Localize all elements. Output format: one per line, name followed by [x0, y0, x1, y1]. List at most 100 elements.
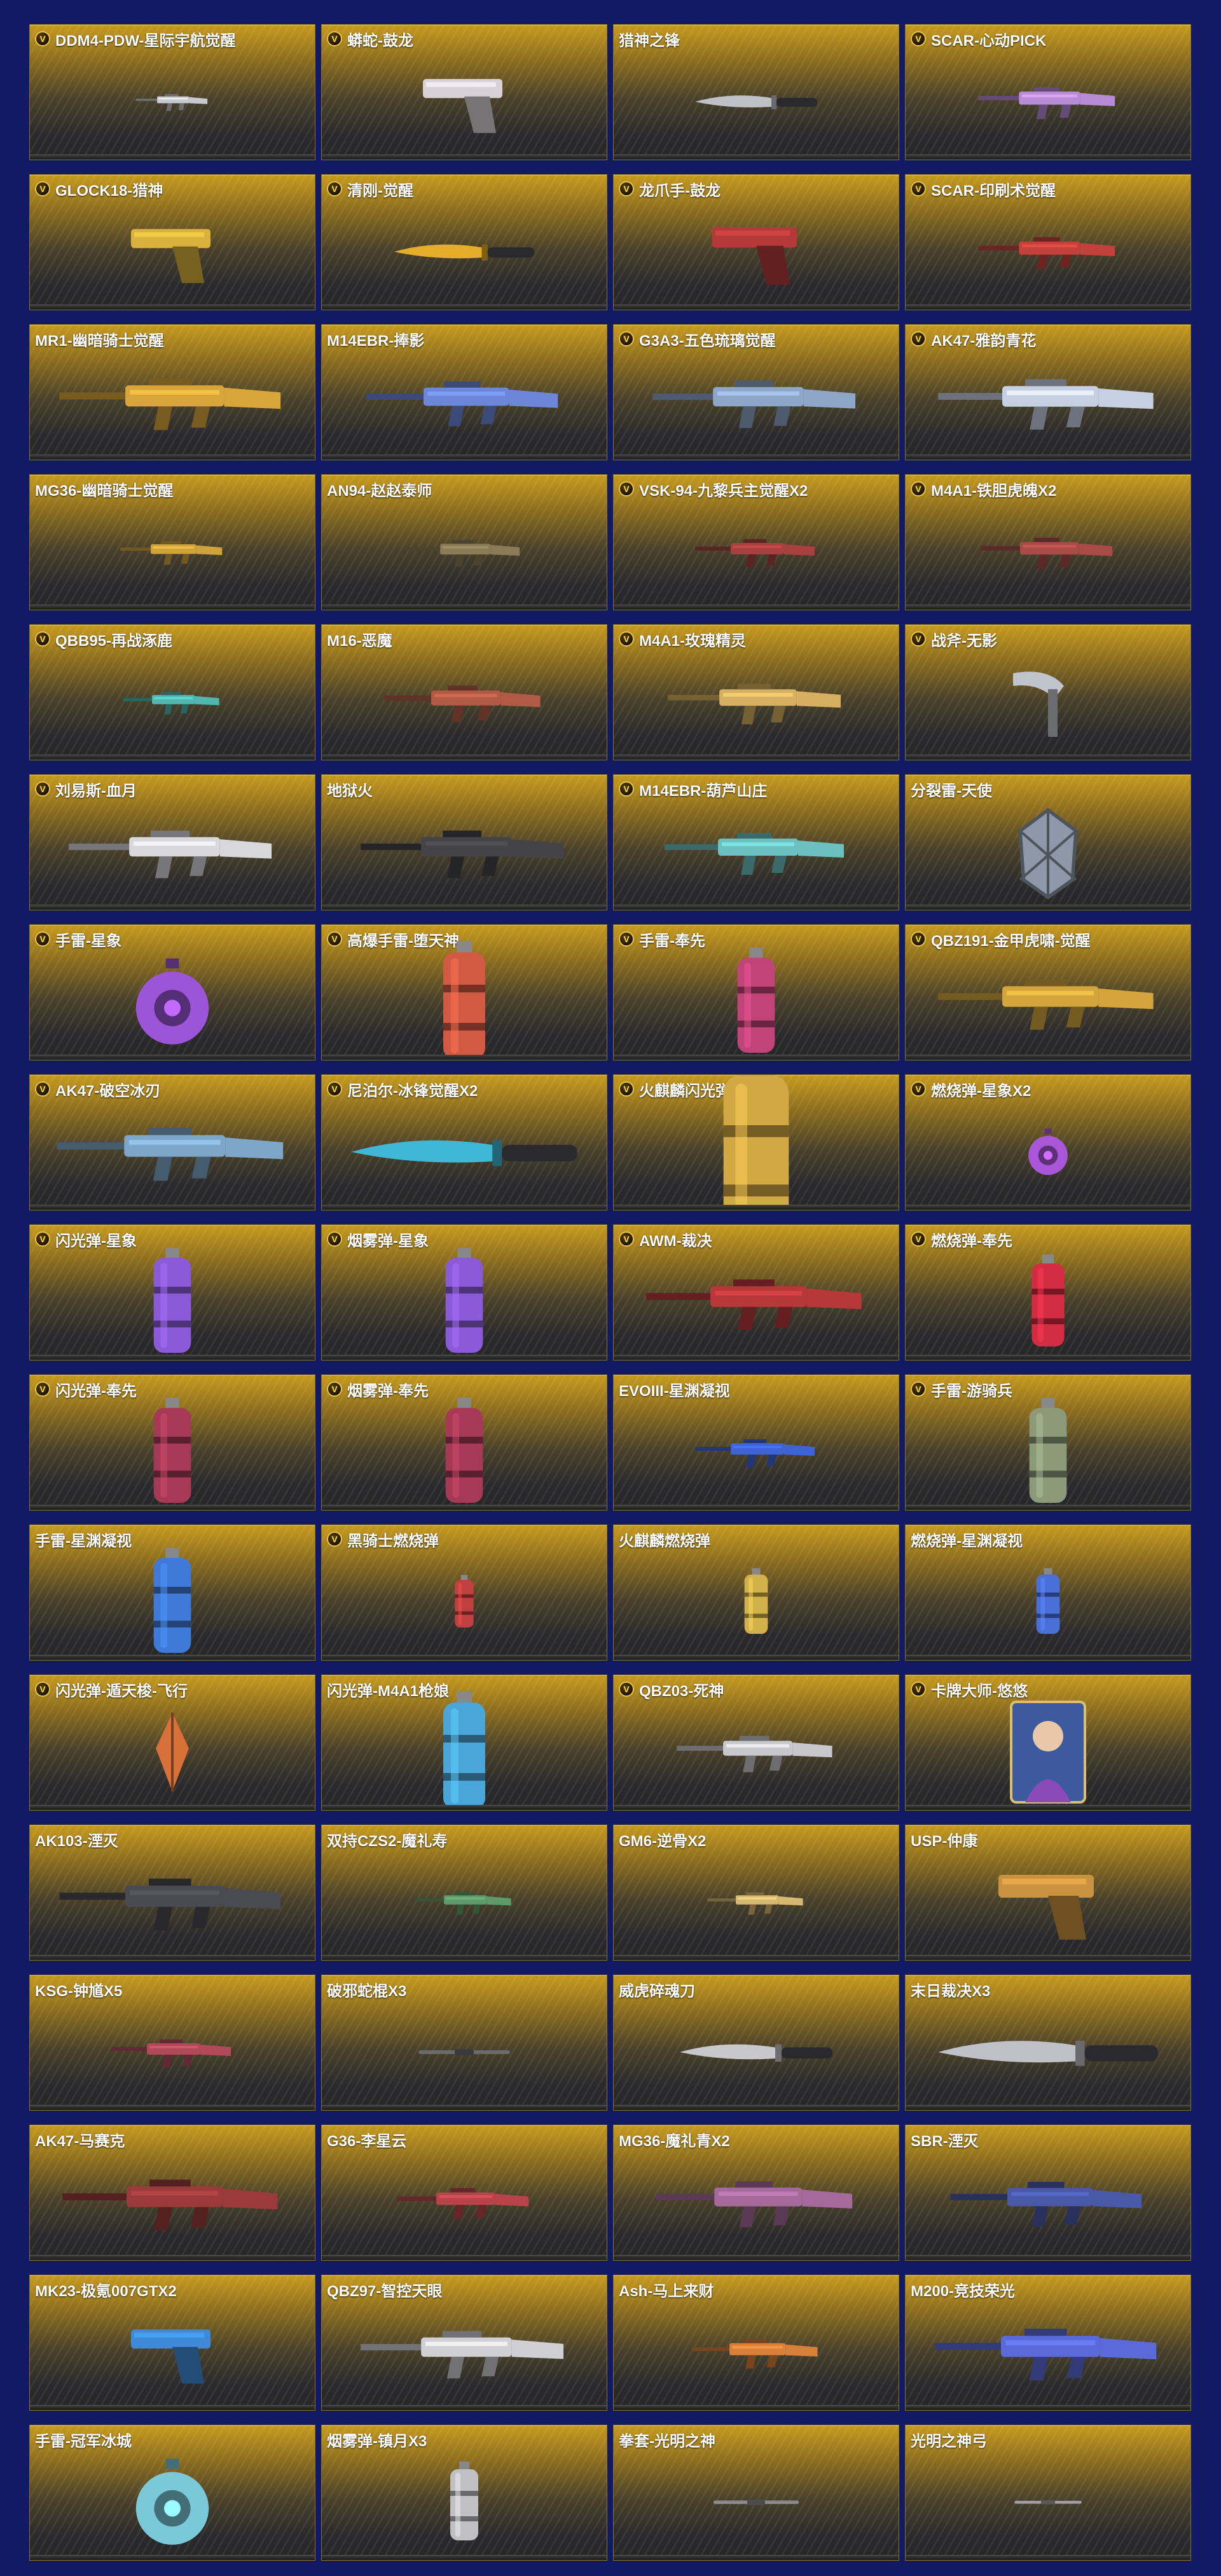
skin-card-6[interactable]: V 清刚-觉醒 — [321, 174, 607, 310]
skin-card-45[interactable]: V 闪光弹-遁天梭-飞行 — [29, 1675, 315, 1811]
gun-skin-icon — [385, 685, 541, 722]
skin-thumbnail — [322, 1851, 607, 1954]
skin-thumbnail — [906, 950, 1190, 1053]
skin-card-54[interactable]: 破邪蛇棍X3 — [321, 1975, 607, 2111]
skin-card-23[interactable]: V M14EBR-葫芦山庄 — [613, 774, 899, 910]
skin-card-53[interactable]: KSG-钟馗X5 — [29, 1975, 315, 2111]
skin-name: 清刚-觉醒 — [347, 182, 413, 200]
skin-card-60[interactable]: SBR-湮灭 — [905, 2125, 1191, 2261]
skin-card-48[interactable]: V 卡牌大师-悠悠 — [905, 1675, 1191, 1811]
skin-card-33[interactable]: V 闪光弹-星象 — [29, 1224, 315, 1360]
skin-card-4[interactable]: V SCAR-心动PICK — [905, 24, 1191, 160]
skin-thumbnail — [906, 50, 1190, 153]
skin-card-35[interactable]: V AWM-裁决 — [613, 1224, 899, 1360]
skin-thumbnail — [30, 1701, 315, 1804]
skin-card-7[interactable]: V 龙爪手-鼓龙 — [613, 174, 899, 310]
skin-card-61[interactable]: MK23-极氪007GTX2 — [29, 2275, 315, 2411]
canister-skin-icon — [443, 1691, 485, 1809]
skin-card-52[interactable]: USP-仲康 — [905, 1825, 1191, 1961]
skin-thumbnail — [906, 200, 1190, 303]
skin-card-46[interactable]: 闪光弹-M4A1枪娘 — [321, 1675, 607, 1811]
skin-card-5[interactable]: V GLOCK18-猎神 — [29, 174, 315, 310]
skin-card-header: V AK47-雅韵青花 — [911, 330, 1185, 350]
skin-card-1[interactable]: V DDM4-PDW-星际宇航觉醒 — [29, 24, 315, 160]
skin-card-36[interactable]: V 燃烧弹-奉先 — [905, 1224, 1191, 1360]
skin-card-11[interactable]: V G3A3-五色琉璃觉醒 — [613, 324, 899, 460]
skin-card-27[interactable]: V 手雷-奉先 — [613, 924, 899, 1060]
skin-card-24[interactable]: 分裂雷-天使 — [905, 774, 1191, 910]
skin-card-42[interactable]: V 黑骑士燃烧弹 — [321, 1524, 607, 1661]
skin-thumbnail — [614, 800, 899, 903]
skin-card-37[interactable]: V 闪光弹-奉先 — [29, 1374, 315, 1511]
skin-card-40[interactable]: V 手雷-游骑兵 — [905, 1374, 1191, 1511]
skin-card-17[interactable]: V QBB95-再战涿鹿 — [29, 624, 315, 760]
skin-card-49[interactable]: AK103-湮灭 — [29, 1825, 315, 1961]
skin-card-15[interactable]: V VSK-94-九黎兵主觉醒X2 — [613, 474, 899, 610]
skin-card-header: V 蟒蛇-鼓龙 — [327, 30, 602, 50]
skin-card-41[interactable]: 手雷-星渊凝视 — [29, 1524, 315, 1661]
skin-card-50[interactable]: 双持CZS2-魔礼寿 — [321, 1825, 607, 1961]
skin-card-header: MG36-幽暗骑士觉醒 — [35, 480, 310, 500]
skin-card-3[interactable]: 猎神之锋 — [613, 24, 899, 160]
skin-card-2[interactable]: V 蟒蛇-鼓龙 — [321, 24, 607, 160]
skin-card-28[interactable]: V QBZ191-金甲虎啸-觉醒 — [905, 924, 1191, 1060]
skin-card-9[interactable]: MR1-幽暗骑士觉醒 — [29, 324, 315, 460]
skin-name: 光明之神弓 — [911, 2432, 987, 2450]
skin-card-header: V 手雷-游骑兵 — [911, 1380, 1185, 1400]
skin-card-66[interactable]: 烟雾弹-镇月X3 — [321, 2425, 607, 2561]
skin-card-26[interactable]: V 高爆手雷-堕天神 — [321, 924, 607, 1060]
skin-card-30[interactable]: V 尼泊尔-冰锋觉醒X2 — [321, 1074, 607, 1210]
skin-card-56[interactable]: 末日裁决X3 — [905, 1975, 1191, 2111]
skin-thumbnail — [322, 50, 607, 153]
skin-card-20[interactable]: V 战斧-无影 — [905, 624, 1191, 760]
gun-skin-icon — [111, 2039, 231, 2067]
skin-card-39[interactable]: EVOIII-星渊凝视 — [613, 1374, 899, 1511]
skin-thumbnail — [30, 800, 315, 903]
skin-card-44[interactable]: 燃烧弹-星渊凝视 — [905, 1524, 1191, 1661]
skin-card-31[interactable]: V 火麒麟闪光弹X2 — [613, 1074, 899, 1210]
skin-card-57[interactable]: AK47-马赛克 — [29, 2125, 315, 2261]
skin-card-68[interactable]: 光明之神弓 — [905, 2425, 1191, 2561]
skin-card-21[interactable]: V 刘易斯-血月 — [29, 774, 315, 910]
skin-card-14[interactable]: AN94-赵赵泰师 — [321, 474, 607, 610]
skin-card-13[interactable]: MG36-幽暗骑士觉醒 — [29, 474, 315, 610]
skin-card-47[interactable]: V QBZ03-死神 — [613, 1675, 899, 1811]
skin-card-59[interactable]: MG36-魔礼青X2 — [613, 2125, 899, 2261]
skin-card-header: 光明之神弓 — [911, 2430, 1185, 2450]
skin-card-16[interactable]: V M4A1-铁胆虎魄X2 — [905, 474, 1191, 610]
skin-card-8[interactable]: V SCAR-印刷术觉醒 — [905, 174, 1191, 310]
skin-card-18[interactable]: M16-恶魔 — [321, 624, 607, 760]
skin-card-62[interactable]: QBZ97-智控天眼 — [321, 2275, 607, 2411]
vip-v-badge-icon: V — [35, 1682, 50, 1697]
skin-card-38[interactable]: V 烟雾弹-奉先 — [321, 1374, 607, 1511]
vip-v-badge-icon: V — [619, 1682, 634, 1697]
skin-card-67[interactable]: 拳套-光明之神 — [613, 2425, 899, 2561]
skin-card-64[interactable]: M200-竞技荣光 — [905, 2275, 1191, 2411]
skin-card-22[interactable]: 地狱火 — [321, 774, 607, 910]
skin-thumbnail — [322, 1551, 607, 1654]
skin-card-55[interactable]: 威虎碎魂刀 — [613, 1975, 899, 2111]
canister-skin-icon — [445, 1247, 483, 1353]
skin-card-58[interactable]: G36-李星云 — [321, 2125, 607, 2261]
skin-thumbnail — [906, 1551, 1190, 1654]
knife-skin-icon — [680, 2044, 832, 2062]
skin-thumbnail — [906, 1701, 1190, 1804]
skin-card-10[interactable]: M14EBR-捧影 — [321, 324, 607, 460]
skin-thumbnail — [322, 1100, 607, 1203]
skin-card-19[interactable]: V M4A1-玫瑰精灵 — [613, 624, 899, 760]
skin-card-25[interactable]: V 手雷-星象 — [29, 924, 315, 1060]
skin-card-34[interactable]: V 烟雾弹-星象 — [321, 1224, 607, 1360]
skin-name: 双持CZS2-魔礼寿 — [327, 1832, 448, 1850]
skin-card-header: V SCAR-心动PICK — [911, 30, 1185, 50]
skin-card-51[interactable]: GM6-逆骨X2 — [613, 1825, 899, 1961]
skin-card-29[interactable]: V AK47-破空冰刃 — [29, 1074, 315, 1210]
skin-card-12[interactable]: V AK47-雅韵青花 — [905, 324, 1191, 460]
skin-card-32[interactable]: V 燃烧弹-星象X2 — [905, 1074, 1191, 1210]
skin-name: 烟雾弹-星象 — [347, 1232, 429, 1250]
skin-card-65[interactable]: 手雷-冠军冰城 — [29, 2425, 315, 2561]
skin-card-63[interactable]: Ash-马上来财 — [613, 2275, 899, 2411]
skin-card-43[interactable]: 火麒麟燃烧弹 — [613, 1524, 899, 1661]
skin-name: 闪光弹-星象 — [55, 1232, 137, 1250]
skin-thumbnail — [30, 650, 315, 753]
skin-card-header: 火麒麟燃烧弹 — [619, 1530, 893, 1550]
